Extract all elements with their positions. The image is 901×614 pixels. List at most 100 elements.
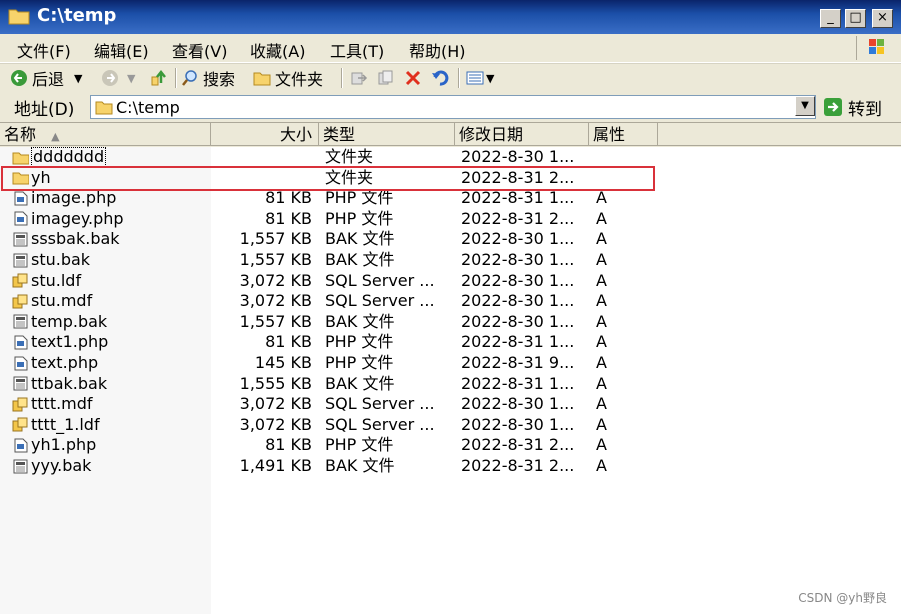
go-button[interactable]: 转到 bbox=[823, 95, 882, 120]
menu-edit[interactable]: 编辑(E) bbox=[94, 38, 149, 62]
back-button[interactable]: 后退 ▼ bbox=[10, 67, 82, 89]
file-row[interactable]: tttt.mdf 3,072 KB SQL Server ... 2022-8-30 … bbox=[0, 394, 901, 414]
views-button[interactable]: ▼ bbox=[466, 67, 494, 89]
delete-button[interactable] bbox=[404, 67, 422, 89]
file-modified: 2022-8-30 1... bbox=[461, 229, 575, 249]
address-value: C:\temp bbox=[116, 98, 180, 117]
file-name-cell[interactable]: ttbak.bak bbox=[12, 374, 207, 394]
file-row[interactable]: text1.php 81 KB PHP 文件 2022-8-31 1... A bbox=[0, 332, 901, 352]
file-name-cell[interactable]: temp.bak bbox=[12, 312, 207, 332]
file-size: 81 KB bbox=[265, 332, 312, 352]
file-modified: 2022-8-31 1... bbox=[461, 188, 575, 208]
file-name: yyy.bak bbox=[31, 456, 92, 475]
folders-label: 文件夹 bbox=[275, 70, 324, 89]
file-type: SQL Server ... bbox=[325, 291, 435, 311]
menu-file[interactable]: 文件(F) bbox=[17, 38, 71, 62]
file-row[interactable]: yh1.php 81 KB PHP 文件 2022-8-31 2... A bbox=[0, 435, 901, 455]
file-row[interactable]: tttt_1.ldf 3,072 KB SQL Server ... 2022-8-3… bbox=[0, 415, 901, 435]
address-dropdown-button[interactable]: ▼ bbox=[795, 96, 815, 116]
file-name: ddddddd bbox=[31, 147, 107, 167]
file-type: BAK 文件 bbox=[325, 373, 395, 393]
header-name[interactable]: 名称 ▲ bbox=[0, 123, 211, 146]
search-icon bbox=[182, 70, 197, 86]
sql-file-icon bbox=[12, 417, 28, 432]
file-row[interactable]: temp.bak 1,557 KB BAK 文件 2022-8-30 1... A bbox=[0, 312, 901, 332]
file-name-cell[interactable]: text.php bbox=[12, 353, 207, 373]
address-input[interactable]: C:\temp bbox=[90, 95, 816, 119]
file-list[interactable]: 名称 ▲ 大小 类型 修改日期 属性 ddddddd 文件夹 2022-8-30 1… bbox=[0, 123, 901, 614]
copy-to-button[interactable] bbox=[377, 67, 395, 89]
file-name: temp.bak bbox=[31, 311, 108, 331]
file-name-cell[interactable]: imagey.php bbox=[12, 209, 207, 229]
file-type: SQL Server ... bbox=[325, 414, 435, 434]
menu-bar: 文件(F) 编辑(E) 查看(V) 收藏(A) 工具(T) 帮助(H) bbox=[0, 34, 901, 63]
file-modified: 2022-8-30 1... bbox=[461, 250, 575, 269]
file-name: stu.bak bbox=[31, 250, 91, 269]
close-button[interactable]: × bbox=[872, 9, 893, 28]
file-type: BAK 文件 bbox=[325, 456, 395, 475]
file-name-cell[interactable]: tttt_1.ldf bbox=[12, 415, 207, 435]
chevron-down-icon[interactable]: ▼ bbox=[486, 72, 494, 85]
file-row[interactable]: stu.ldf 3,072 KB SQL Server ... 2022-8-30 1… bbox=[0, 271, 901, 291]
header-modified[interactable]: 修改日期 bbox=[455, 123, 589, 146]
file-name-cell[interactable]: ddddddd bbox=[12, 147, 207, 167]
forward-button[interactable]: ▼ bbox=[101, 67, 135, 89]
header-size[interactable]: 大小 bbox=[211, 123, 319, 146]
file-row[interactable]: yyy.bak 1,491 KB BAK 文件 2022-8-31 2... A bbox=[0, 456, 901, 476]
file-name: stu.mdf bbox=[31, 291, 93, 311]
menu-view[interactable]: 查看(V) bbox=[172, 38, 227, 62]
menu-help[interactable]: 帮助(H) bbox=[409, 38, 466, 62]
file-name-cell[interactable]: image.php bbox=[12, 188, 207, 208]
menu-favorites[interactable]: 收藏(A) bbox=[250, 38, 305, 62]
file-name-cell[interactable]: yyy.bak bbox=[12, 456, 207, 476]
forward-arrow-icon bbox=[102, 70, 118, 86]
search-button[interactable]: 搜索 bbox=[181, 67, 235, 89]
file-name-cell[interactable]: stu.mdf bbox=[12, 291, 207, 311]
chevron-down-icon: ▼ bbox=[801, 100, 809, 111]
file-name-cell[interactable]: stu.bak bbox=[12, 250, 207, 270]
file-size: 1,491 KB bbox=[239, 456, 312, 475]
file-row[interactable]: imagey.php 81 KB PHP 文件 2022-8-31 2... A bbox=[0, 209, 901, 229]
maximize-button[interactable]: □ bbox=[845, 9, 866, 28]
file-row[interactable]: stu.mdf 3,072 KB SQL Server ... 2022-8-30 1… bbox=[0, 291, 901, 311]
title-bar[interactable]: C:\temp _ □ × bbox=[0, 0, 901, 34]
bak-file-icon bbox=[13, 459, 28, 473]
folders-button[interactable]: 文件夹 bbox=[253, 67, 323, 89]
file-attributes: A bbox=[596, 229, 607, 249]
undo-icon bbox=[432, 70, 449, 86]
file-name-cell[interactable]: stu.ldf bbox=[12, 271, 207, 291]
header-attributes[interactable]: 属性 bbox=[589, 123, 658, 146]
file-row[interactable]: ddddddd 文件夹 2022-8-30 1... bbox=[0, 147, 901, 167]
chevron-down-icon[interactable]: ▼ bbox=[74, 72, 82, 85]
file-name-cell[interactable]: yh1.php bbox=[12, 435, 207, 455]
file-name-cell[interactable]: sssbak.bak bbox=[12, 229, 207, 249]
file-size: 3,072 KB bbox=[239, 270, 312, 290]
minimize-button[interactable]: _ bbox=[820, 9, 841, 28]
file-row[interactable]: ttbak.bak 1,555 KB BAK 文件 2022-8-31 1... A bbox=[0, 374, 901, 394]
window-title: C:\temp bbox=[37, 5, 117, 26]
header-type[interactable]: 类型 bbox=[319, 123, 455, 146]
file-type: PHP 文件 bbox=[325, 353, 394, 372]
file-attributes: A bbox=[596, 394, 607, 414]
bak-file-icon bbox=[13, 253, 28, 267]
file-type: BAK 文件 bbox=[325, 250, 395, 269]
file-row[interactable]: sssbak.bak 1,557 KB BAK 文件 2022-8-30 1... A bbox=[0, 229, 901, 249]
chevron-down-icon[interactable]: ▼ bbox=[127, 72, 135, 85]
file-attributes: A bbox=[596, 456, 607, 475]
undo-button[interactable] bbox=[431, 67, 449, 89]
file-type: SQL Server ... bbox=[325, 394, 435, 414]
toolbar-separator bbox=[458, 68, 460, 88]
file-name: stu.ldf bbox=[31, 270, 82, 290]
file-name-cell[interactable]: text1.php bbox=[12, 332, 207, 352]
file-row[interactable]: text.php 145 KB PHP 文件 2022-8-31 9... A bbox=[0, 353, 901, 373]
file-name-cell[interactable]: tttt.mdf bbox=[12, 394, 207, 414]
file-attributes: A bbox=[596, 270, 607, 290]
folder-icon bbox=[95, 101, 113, 115]
up-folder-button[interactable] bbox=[150, 67, 168, 89]
move-to-button[interactable] bbox=[350, 67, 368, 89]
file-row[interactable]: image.php 81 KB PHP 文件 2022-8-31 1... A bbox=[0, 188, 901, 208]
file-modified: 2022-8-31 9... bbox=[461, 353, 575, 372]
menu-tools[interactable]: 工具(T) bbox=[330, 38, 384, 62]
file-attributes: A bbox=[596, 250, 607, 269]
file-row[interactable]: stu.bak 1,557 KB BAK 文件 2022-8-30 1... A bbox=[0, 250, 901, 270]
